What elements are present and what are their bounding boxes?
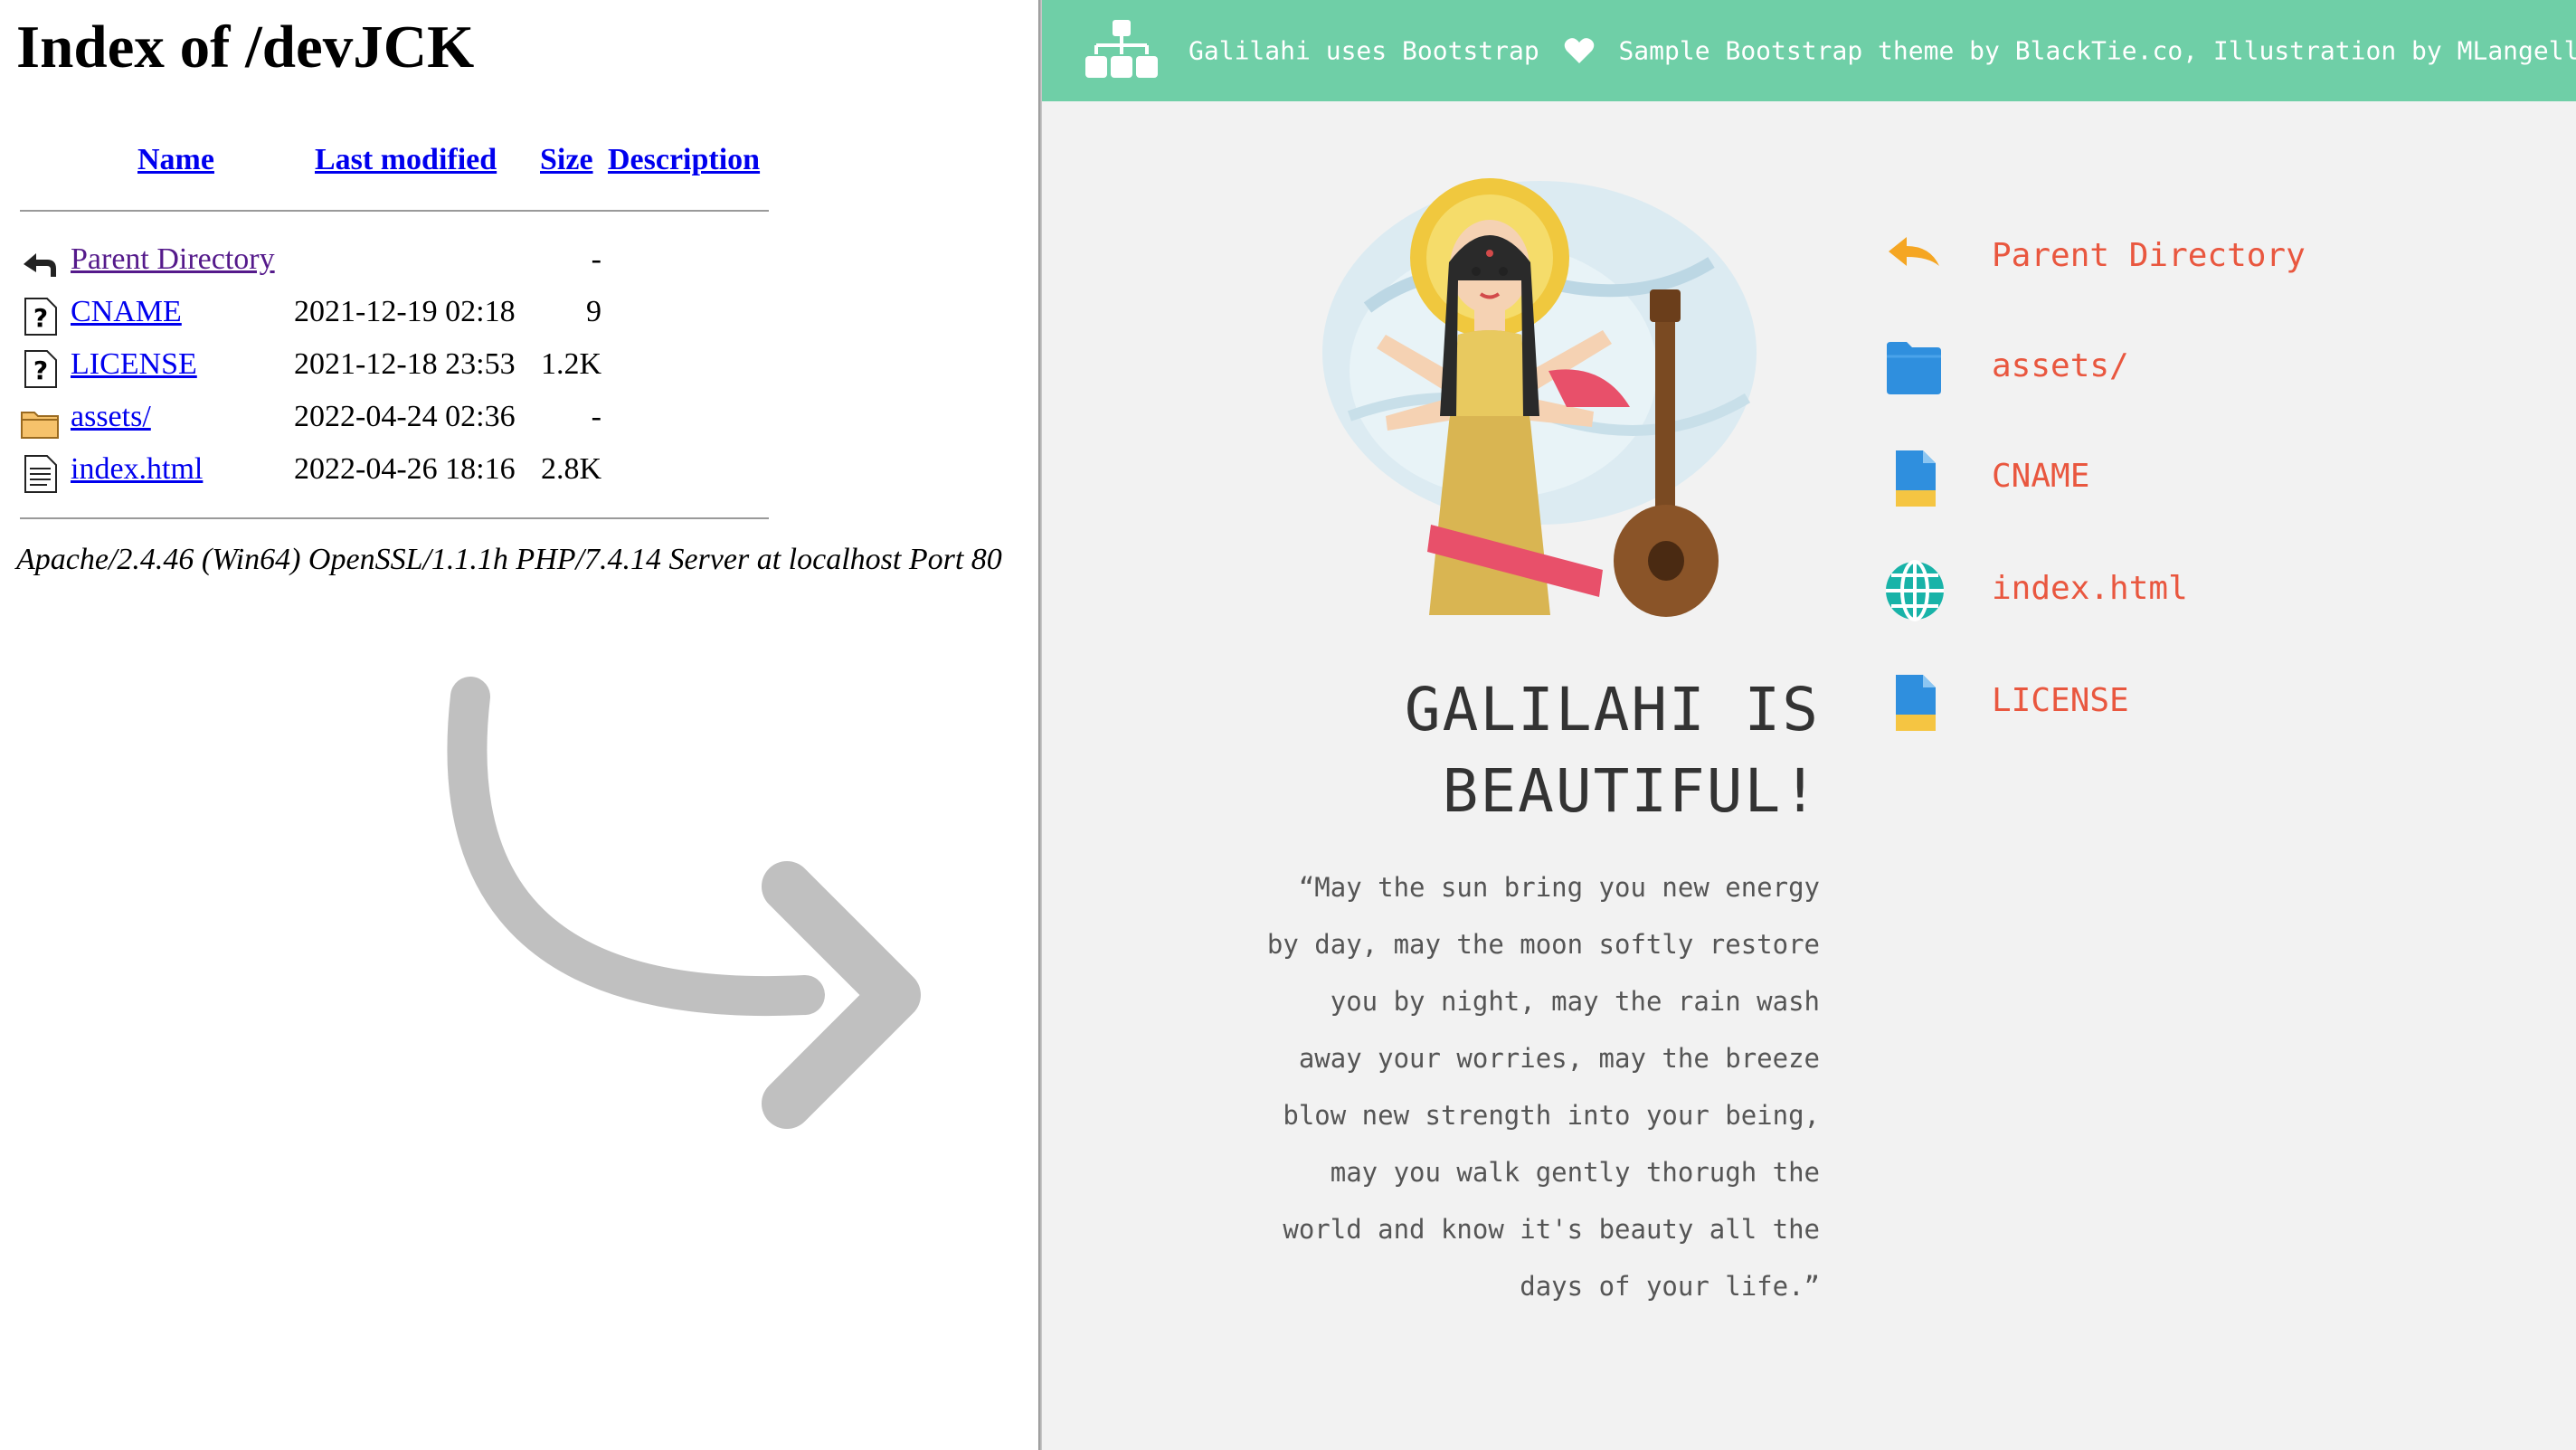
item-label: index.html <box>1992 570 2188 607</box>
item-label: Parent Directory <box>1992 237 2306 274</box>
credit-theme: Sample Bootstrap theme by BlackTie.co, I… <box>1618 35 2576 66</box>
item-label: CNAME <box>1992 458 2090 495</box>
item-label: LICENSE <box>1992 682 2129 719</box>
table-row: Parent Directory - <box>20 239 653 284</box>
file-date: 2021-12-18 23:53 <box>294 347 516 381</box>
server-signature: Apache/2.4.46 (Win64) OpenSSL/1.1.1h PHP… <box>16 543 1002 576</box>
file-link-assets[interactable]: assets/ <box>71 400 151 434</box>
list-item-assets[interactable]: assets/ <box>1883 336 2426 400</box>
file-size: - <box>591 400 601 433</box>
back-arrow-icon <box>1889 237 1939 266</box>
file-link-index-html[interactable]: index.html <box>71 452 203 487</box>
heart-icon <box>1564 38 1594 63</box>
galilahi-directory-listing: Galilahi uses Bootstrap Sample Bootstrap… <box>1042 0 2576 1450</box>
file-date: 2022-04-26 18:16 <box>294 452 516 486</box>
list-item-index-html[interactable]: index.html <box>1883 559 2426 622</box>
footer-divider <box>20 517 769 519</box>
column-header-last-modified[interactable]: Last modified <box>315 143 497 177</box>
column-header-size[interactable]: Size <box>540 143 593 177</box>
file-size: 2.8K <box>540 452 601 486</box>
column-header-name[interactable]: Name <box>137 143 214 177</box>
unknown-file-icon: ? <box>24 350 57 388</box>
list-item-parent-directory[interactable]: Parent Directory <box>1883 226 2426 289</box>
folder-icon <box>1887 342 1941 394</box>
item-label: assets/ <box>1992 347 2129 384</box>
goddess-illustration <box>1322 178 1757 617</box>
file-link-license[interactable]: LICENSE <box>71 347 197 382</box>
file-date: 2021-12-19 02:18 <box>294 295 516 328</box>
text-file-icon <box>24 455 57 493</box>
globe-icon <box>1886 560 1944 621</box>
quote-text: “May the sun bring you new energy by day… <box>1266 872 1820 1302</box>
back-icon <box>24 253 56 277</box>
header-divider <box>20 210 769 212</box>
credit-bootstrap: Galilahi uses Bootstrap <box>1189 35 1539 66</box>
file-date: 2022-04-24 02:36 <box>294 400 516 433</box>
file-icon <box>1896 450 1936 507</box>
svg-text:?: ? <box>33 355 48 385</box>
file-size: - <box>591 242 601 276</box>
file-icon <box>1896 675 1936 731</box>
table-row: index.html 2022-04-26 18:16 2.8K <box>20 449 653 494</box>
credit-text: Galilahi uses Bootstrap Sample Bootstrap… <box>1189 34 2576 66</box>
table-row: assets/ 2022-04-24 02:36 - <box>20 396 653 441</box>
table-row: ? CNAME 2021-12-19 02:18 9 <box>20 291 653 336</box>
list-item-cname[interactable]: CNAME <box>1883 447 2426 510</box>
file-link-cname[interactable]: CNAME <box>71 295 182 329</box>
page-title: Index of /devJCK <box>16 14 475 81</box>
svg-text:?: ? <box>33 303 48 333</box>
table-row: ? LICENSE 2021-12-18 23:53 1.2K <box>20 344 653 389</box>
plain-directory-listing: Index of /devJCK Name Last modified Size… <box>0 0 1038 1450</box>
column-header-description[interactable]: Description <box>608 143 760 177</box>
folder-icon <box>21 412 59 439</box>
curved-arrow-icon <box>447 677 921 1129</box>
list-item-license[interactable]: LICENSE <box>1883 671 2426 734</box>
sitemap-icon <box>1085 20 1158 78</box>
file-size: 1.2K <box>540 347 601 381</box>
header-bar: Galilahi uses Bootstrap Sample Bootstrap… <box>1042 0 2576 101</box>
file-link-parent-directory[interactable]: Parent Directory <box>71 242 275 277</box>
unknown-file-icon: ? <box>24 298 57 336</box>
file-size: 9 <box>586 295 601 328</box>
tagline-heading: GALILAHI IS BEAUTIFUL! <box>1404 675 1820 826</box>
